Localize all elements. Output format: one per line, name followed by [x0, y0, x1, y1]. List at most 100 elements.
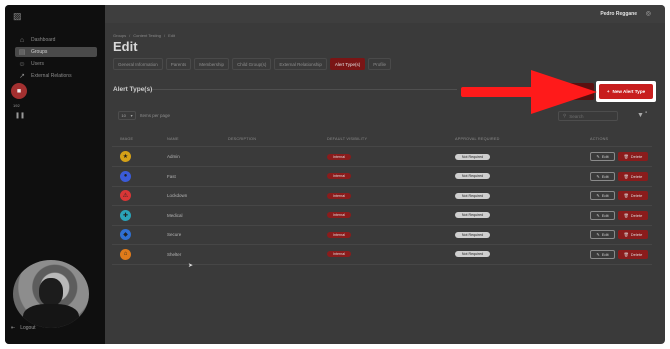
- edit-label: Edit: [601, 193, 609, 198]
- edit-button[interactable]: ✎ Edit: [590, 171, 615, 181]
- table-divider: [112, 146, 652, 147]
- edit-button[interactable]: ✎ Edit: [590, 191, 615, 200]
- approval-badge: Not Required: [455, 231, 490, 238]
- delete-label: Delete: [630, 251, 643, 257]
- user-menu-icon[interactable]: ◎: [646, 10, 651, 17]
- edit-label: Edit: [601, 212, 609, 218]
- breadcrumb-current: Edit: [168, 33, 176, 38]
- breadcrumb-group[interactable]: Content Testing: [133, 33, 161, 38]
- per-page-label: Items per page: [140, 113, 171, 118]
- edit-button[interactable]: ✎ Edit: [590, 230, 615, 239]
- alert-type-name: Fast: [167, 173, 176, 179]
- new-alert-type-button[interactable]: + New Alert Type: [599, 84, 653, 99]
- breadcrumb: Groups / Content Testing / Edit: [113, 33, 175, 38]
- per-page-select[interactable]: 10 ▾: [118, 111, 136, 120]
- user-name[interactable]: Pedro Reggane: [600, 11, 637, 17]
- edit-button[interactable]: ✎ Edit: [590, 152, 615, 161]
- tab-general-information[interactable]: General Information: [113, 58, 163, 70]
- trash-icon: 🗑: [623, 154, 629, 159]
- per-page-value: 10: [121, 113, 126, 118]
- delete-button[interactable]: 🗑 Delete: [618, 171, 648, 181]
- tab-profile[interactable]: Profile: [368, 58, 392, 70]
- delete-button[interactable]: 🗑 Delete: [618, 249, 648, 259]
- tab-parents[interactable]: Parents: [165, 58, 192, 70]
- tab-alert-types[interactable]: Alert Type(s): [329, 58, 366, 70]
- alert-type-avatar: ⚠: [120, 190, 131, 201]
- table-row-divider: [112, 205, 652, 206]
- breadcrumb-separator: /: [163, 33, 166, 38]
- sidebar-item-groups[interactable]: ▤ Groups: [15, 47, 97, 57]
- record-button[interactable]: ■: [11, 83, 27, 99]
- edit-icon: ✎: [596, 251, 600, 257]
- breadcrumb-groups[interactable]: Groups: [113, 33, 126, 38]
- page-title: Edit: [113, 39, 138, 54]
- search-placeholder: Search: [569, 113, 584, 119]
- trash-icon: 🗑: [623, 193, 629, 198]
- tab-external-relationship[interactable]: External Relationship: [274, 58, 327, 70]
- visibility-badge: Internal: [327, 192, 351, 199]
- delete-button[interactable]: 🗑 Delete: [618, 210, 648, 220]
- top-bar: Pedro Reggane ◎: [105, 5, 665, 23]
- search-input[interactable]: ⚲ Search: [558, 111, 618, 121]
- column-header-image: IMAGE: [120, 137, 134, 141]
- edit-button[interactable]: ✎ Edit: [590, 210, 615, 220]
- logout-label: Logout: [20, 325, 36, 331]
- column-header-name[interactable]: NAME: [167, 137, 179, 141]
- approval-badge: Not Required: [455, 212, 490, 218]
- webcam-person-head: [39, 278, 63, 306]
- sidebar-item-dashboard[interactable]: ⌂ Dashboard: [15, 35, 97, 45]
- column-header-actions: ACTIONS: [590, 137, 609, 141]
- edit-icon: ✎: [596, 212, 600, 218]
- app-logo: ▨: [13, 11, 22, 21]
- sidebar-item-label: Groups: [31, 49, 48, 55]
- edit-button[interactable]: ✎ Edit: [590, 249, 615, 259]
- visibility-badge: Internal: [327, 173, 351, 179]
- tab-membership[interactable]: Membership: [194, 58, 230, 70]
- edit-icon: ✎: [596, 232, 600, 237]
- alert-type-name: Medical: [167, 212, 183, 218]
- new-alert-type-label: New Alert Type: [612, 89, 646, 94]
- tab-bar: General Information Parents Membership C…: [113, 58, 392, 70]
- logout-button[interactable]: ⇤ Logout: [11, 325, 36, 331]
- sidebar-item-label: External Relations: [31, 73, 72, 79]
- alert-type-avatar: ★: [120, 151, 131, 162]
- delete-button[interactable]: 🗑 Delete: [618, 191, 648, 200]
- delete-button[interactable]: 🗑 Delete: [618, 152, 648, 161]
- approval-badge: Not Required: [455, 192, 490, 199]
- sidebar-item-label: Users: [31, 61, 45, 67]
- column-header-default-visibility[interactable]: DEFAULT VISIBILITY: [327, 137, 367, 141]
- chevron-down-icon: ▾: [130, 113, 133, 118]
- search-icon: ⚲: [563, 113, 567, 118]
- pause-icon[interactable]: ❚❚: [15, 112, 25, 119]
- delete-label: Delete: [630, 173, 643, 179]
- sidebar-item-label: Dashboard: [31, 37, 56, 43]
- section-title: Alert Type(s): [113, 86, 153, 93]
- mouse-cursor-icon: ➤: [188, 263, 194, 269]
- approval-badge: Not Required: [455, 251, 490, 257]
- visibility-badge: Internal: [327, 251, 351, 257]
- alert-type-avatar: ⌂: [120, 248, 131, 260]
- filter-icon[interactable]: ▼: [637, 112, 644, 119]
- table-row-divider: [112, 224, 652, 226]
- column-header-description[interactable]: DESCRIPTION: [228, 137, 256, 141]
- delete-button[interactable]: 🗑 Delete: [618, 230, 648, 239]
- annotation-arrow-icon: [461, 70, 597, 114]
- plus-icon: +: [606, 89, 610, 94]
- logout-icon: ⇤: [11, 325, 16, 331]
- tab-child-groups[interactable]: Child Group(s): [232, 58, 272, 70]
- edit-icon: ✎: [596, 193, 600, 198]
- home-icon: ⌂: [19, 36, 25, 44]
- alert-type-name: Shelter: [167, 251, 182, 257]
- sidebar-item-external-relations[interactable]: ↗ External Relations: [15, 71, 97, 81]
- external-icon: ↗: [19, 73, 25, 80]
- section-divider: [152, 89, 457, 90]
- recording-counter: 192: [13, 103, 20, 108]
- table-row-divider: [112, 166, 652, 167]
- alert-type-avatar: ◆: [120, 229, 131, 240]
- column-header-approval-required[interactable]: APPROVAL REQUIRED: [455, 137, 500, 141]
- trash-icon: 🗑: [623, 173, 629, 179]
- edit-label: Edit: [601, 251, 609, 257]
- alert-type-avatar: ✚: [120, 209, 131, 221]
- edit-icon: ✎: [596, 154, 600, 159]
- sidebar-item-users[interactable]: ☺ Users: [15, 59, 97, 69]
